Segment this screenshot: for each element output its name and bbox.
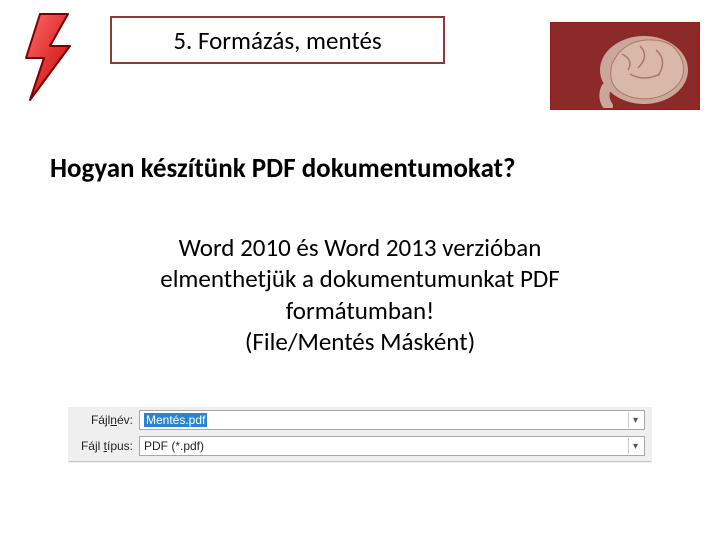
body-line: Word 2010 és Word 2013 verzióban <box>80 232 640 263</box>
filetype-value: PDF (*.pdf) <box>144 439 204 453</box>
title-box: 5. Formázás, mentés <box>110 16 445 64</box>
body-line: formátumban! <box>80 295 640 326</box>
body-line: (File/Mentés Másként) <box>80 326 640 357</box>
slide: 5. Formázás, mentés Hogyan készítünk PDF… <box>0 0 720 540</box>
label-part: ípus: <box>107 439 133 453</box>
brain-image <box>550 22 700 110</box>
chevron-down-icon[interactable]: ▾ <box>628 412 642 428</box>
label-underline: n <box>110 413 117 427</box>
filetype-label: Fájl típus: <box>75 439 133 453</box>
label-part: év: <box>117 413 133 427</box>
body-line: elmenthetjük a dokumentumunkat PDF <box>80 263 640 294</box>
filetype-row: Fájl típus: PDF (*.pdf) ▾ <box>69 434 651 458</box>
divider <box>69 461 651 462</box>
chevron-down-icon[interactable]: ▾ <box>628 438 642 454</box>
save-as-dialog: Fájlnév: Mentés.pdf ▾ Fájl típus: PDF (*… <box>68 407 652 463</box>
filetype-field[interactable]: PDF (*.pdf) ▾ <box>139 436 645 456</box>
label-part: Fájl <box>81 439 104 453</box>
question-heading: Hogyan készítünk PDF dokumentumokat? <box>50 152 670 185</box>
filename-row: Fájlnév: Mentés.pdf ▾ <box>69 408 651 432</box>
lightning-icon <box>20 12 80 107</box>
body-text: Word 2010 és Word 2013 verzióban elmenth… <box>80 232 640 357</box>
slide-title: 5. Formázás, mentés <box>173 25 381 56</box>
label-part: Fájl <box>91 413 110 427</box>
filename-label: Fájlnév: <box>75 413 133 427</box>
filename-value: Mentés.pdf <box>144 413 207 427</box>
filename-field[interactable]: Mentés.pdf ▾ <box>139 410 645 430</box>
